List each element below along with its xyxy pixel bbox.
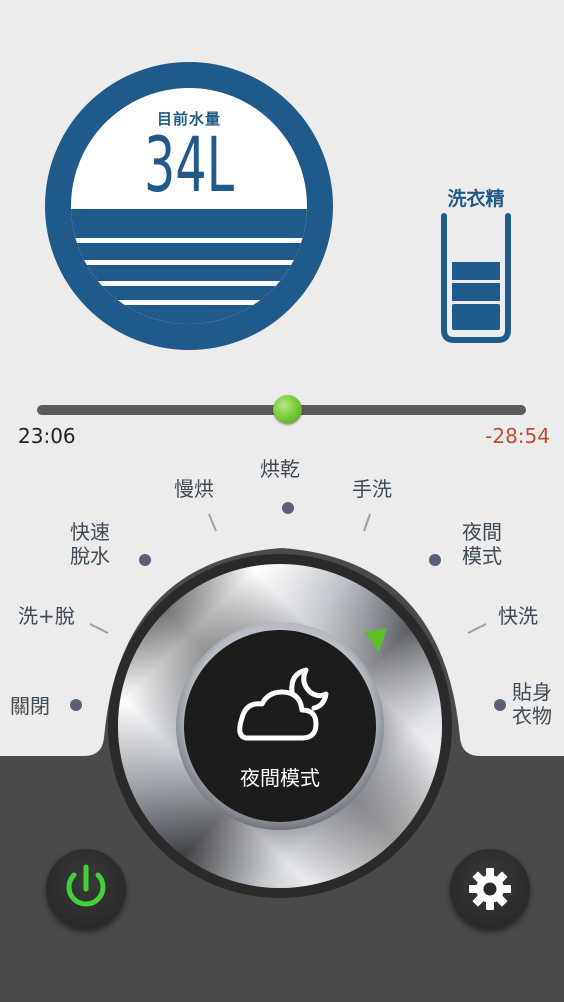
mode-dot-dry	[282, 502, 294, 514]
mode-dot-delicates	[494, 699, 506, 711]
mode-label-slow-dry[interactable]: 慢烘	[174, 477, 214, 501]
mode-dot-off	[70, 699, 82, 711]
mode-label-hand-wash[interactable]: 手洗	[352, 477, 392, 501]
mode-tick-wash-spin	[89, 623, 109, 634]
mode-label-wash-spin[interactable]: 洗+脫	[18, 604, 75, 628]
mode-tick-quick-wash	[467, 623, 487, 634]
mode-label-quick-wash[interactable]: 快洗	[498, 604, 538, 628]
mode-tick-slow-dry	[208, 513, 217, 532]
mode-label-off[interactable]: 關閉	[10, 694, 50, 718]
mode-tick-hand-wash	[363, 513, 371, 532]
mode-label-dry[interactable]: 烘乾	[260, 457, 300, 481]
power-icon	[66, 864, 106, 907]
mode-label-delicates[interactable]: 貼身 衣物	[512, 680, 552, 728]
gear-icon	[469, 868, 511, 910]
power-button[interactable]	[46, 849, 126, 929]
mode-dial[interactable]	[108, 554, 452, 898]
settings-button[interactable]	[450, 849, 530, 929]
current-mode-label: 夜間模式	[240, 766, 320, 790]
mode-label-quick-spin[interactable]: 快速 脫水	[70, 520, 110, 568]
mode-label-night[interactable]: 夜間 模式	[462, 520, 502, 568]
